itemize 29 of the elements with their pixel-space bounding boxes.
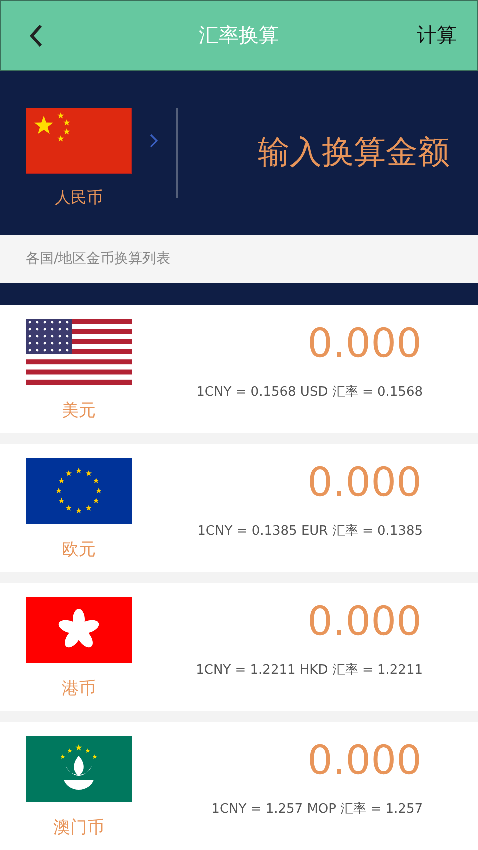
currency-name: 欧元	[62, 539, 96, 561]
currency-name: 澳门币	[54, 817, 104, 839]
section-label: 各国/地区金币换算列表	[26, 250, 171, 268]
chevron-right-icon[interactable]	[150, 134, 158, 148]
flag-icon	[26, 736, 132, 802]
exchange-rate: 1CNY = 1.257 MOP 汇率 = 1.257	[212, 801, 423, 818]
currency-name: 港币	[62, 678, 96, 700]
currency-card[interactable]: 欧元 0.000 1CNY = 0.1385 EUR 汇率 = 0.1385	[0, 444, 478, 572]
currency-card[interactable]: 港币 0.000 1CNY = 1.2211 HKD 汇率 = 1.2211	[0, 583, 478, 711]
currency-card[interactable]: 澳门币 0.000 1CNY = 1.257 MOP 汇率 = 1.257	[0, 722, 478, 850]
calculate-button[interactable]: 计算	[417, 22, 457, 49]
currency-name: 人民币	[54, 188, 104, 208]
converted-amount: 0.000	[307, 599, 422, 645]
page-title: 汇率换算	[199, 22, 279, 49]
converted-amount: 0.000	[307, 460, 422, 506]
back-button[interactable]	[29, 24, 43, 48]
flag-icon	[26, 458, 132, 524]
exchange-rate: 1CNY = 1.2211 HKD 汇率 = 1.2211	[196, 662, 423, 679]
amount-input[interactable]: 输入换算金额	[178, 131, 478, 175]
exchange-rate: 1CNY = 0.1385 EUR 汇率 = 0.1385	[198, 523, 423, 540]
flag-icon	[26, 319, 132, 385]
currency-name: 美元	[62, 400, 96, 422]
converted-amount: 0.000	[307, 738, 422, 784]
currency-card[interactable]: 美元 0.000 1CNY = 0.1568 USD 汇率 = 0.1568	[0, 305, 478, 433]
converted-amount: 0.000	[307, 321, 422, 367]
flag-icon	[26, 597, 132, 663]
flag-icon[interactable]	[26, 108, 132, 174]
exchange-rate: 1CNY = 0.1568 USD 汇率 = 0.1568	[196, 384, 423, 401]
back-icon	[29, 24, 43, 48]
